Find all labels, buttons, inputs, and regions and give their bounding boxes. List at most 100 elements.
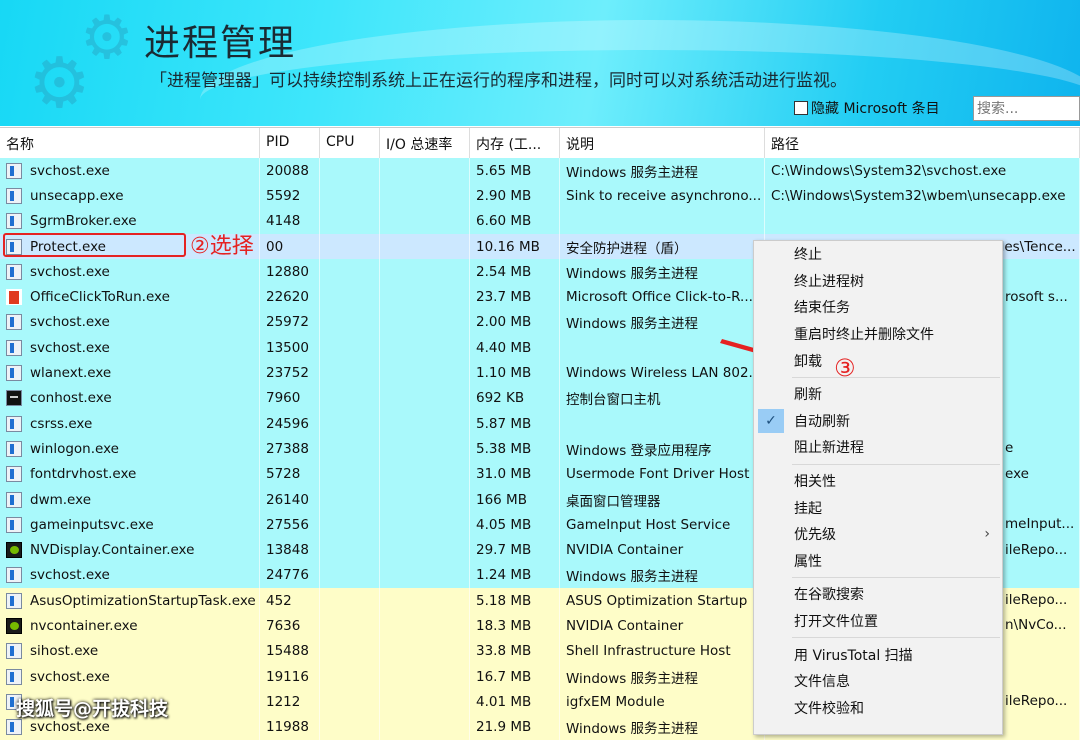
cell-name: OfficeClickToRun.exe	[0, 284, 260, 310]
checkbox-label: 隐藏 Microsoft 条目	[811, 101, 940, 117]
app-process-icon	[6, 643, 22, 660]
cell-empty	[320, 562, 380, 589]
cell-pid: 25972	[260, 309, 320, 336]
menu-item-label: 在谷歌搜索	[794, 587, 864, 604]
name-text: svchost.exe	[30, 314, 110, 331]
cell-empty	[320, 385, 380, 411]
annotation-step3: ③	[834, 354, 856, 382]
mem-text: 166 MB	[476, 491, 527, 508]
cell-empty	[320, 309, 380, 336]
cell-empty	[380, 259, 470, 285]
app-process-icon	[6, 314, 22, 331]
menu-separator	[792, 577, 1000, 579]
name-text: SgrmBroker.exe	[30, 213, 137, 230]
desc-text: Usermode Font Driver Host	[566, 466, 750, 483]
menu-item[interactable]: 文件校验和	[754, 695, 1002, 722]
cell-mem: 1.10 MB	[470, 360, 560, 386]
menu-item-label: 终止	[794, 247, 822, 264]
desc-text: Shell Infrastructure Host	[566, 643, 731, 660]
menu-item[interactable]: 结束任务	[754, 294, 1002, 321]
menu-item[interactable]: 终止	[754, 241, 1002, 268]
cell-pid: 24776	[260, 562, 320, 589]
cell-pid: 7960	[260, 385, 320, 411]
menu-item-label: 相关性	[794, 474, 836, 491]
menu-item[interactable]: 重启时终止并删除文件	[754, 321, 1002, 348]
menu-item[interactable]: 优先级 ›	[754, 521, 1002, 548]
cell-mem: 5.65 MB	[470, 158, 560, 184]
cell-desc: NVIDIA Container	[560, 613, 765, 639]
column-header[interactable]: 名称	[0, 128, 260, 158]
app-process-icon	[6, 213, 22, 230]
desc-text: Windows 登录应用程序	[566, 442, 712, 459]
search-input[interactable]	[973, 96, 1080, 121]
cell-name: svchost.exe	[0, 335, 260, 361]
column-header[interactable]: 路径	[765, 128, 1080, 158]
menu-item[interactable]: 挂起	[754, 494, 1002, 521]
menu-item[interactable]: 卸载	[754, 347, 1002, 374]
column-header[interactable]: I/O 总速率	[380, 128, 470, 158]
menu-item[interactable]: ✓ 自动刷新	[754, 408, 1002, 435]
desc-text: Microsoft Office Click-to-R...	[566, 289, 753, 306]
cell-mem: 4.05 MB	[470, 512, 560, 538]
cell-pid: 1212	[260, 689, 320, 715]
menu-item[interactable]: 在谷歌搜索	[754, 581, 1002, 608]
cell-mem: 4.01 MB	[470, 689, 560, 715]
app-process-icon	[6, 592, 22, 609]
menu-item[interactable]: 打开文件位置	[754, 608, 1002, 635]
cell-mem: 23.7 MB	[470, 284, 560, 310]
app-process-icon	[6, 466, 22, 483]
app-process-icon	[6, 719, 22, 736]
name-text: csrss.exe	[30, 415, 93, 432]
mem-text: 1.10 MB	[476, 365, 532, 382]
pid-text: 24596	[266, 415, 309, 432]
mem-text: 5.38 MB	[476, 440, 532, 457]
menu-item[interactable]: 属性	[754, 548, 1002, 575]
table-header: 名称 PID CPU I/O 总速率 内存 (工... 说明 路径	[0, 127, 1080, 158]
gear-icon: ⚙	[28, 42, 91, 124]
cell-mem: 5.18 MB	[470, 588, 560, 614]
cell-desc: ASUS Optimization Startup ...	[560, 588, 765, 614]
cell-desc: Windows 服务主进程	[560, 309, 765, 336]
table-row[interactable]: svchost.exe 20088 5.65 MB Windows 服务主进程 C:\W…	[0, 158, 1080, 184]
app-process-icon	[6, 339, 22, 356]
menu-item[interactable]: 阻止新进程	[754, 434, 1002, 461]
name-text: unsecapp.exe	[30, 187, 124, 204]
column-header[interactable]: PID	[260, 128, 320, 158]
cell-empty	[320, 588, 380, 614]
desc-text: Windows 服务主进程	[566, 721, 699, 738]
table-row[interactable]: unsecapp.exe 5592 2.90 MB Sink to receive a…	[0, 183, 1080, 209]
hide-microsoft-checkbox[interactable]: 隐藏 Microsoft 条目	[794, 98, 940, 118]
path-text: C:\Windows\System32\svchost.exe	[771, 162, 1007, 179]
cell-empty	[380, 309, 470, 336]
column-header[interactable]: CPU	[320, 128, 380, 158]
name-text: svchost.exe	[30, 668, 110, 685]
table-row[interactable]: SgrmBroker.exe 4148 6.60 MB	[0, 208, 1080, 234]
menu-item[interactable]: 刷新	[754, 381, 1002, 408]
column-header[interactable]: 内存 (工...	[470, 128, 560, 158]
column-header[interactable]: 说明	[560, 128, 765, 158]
name-text: fontdrvhost.exe	[30, 466, 137, 483]
cell-mem: 2.54 MB	[470, 259, 560, 285]
path-fragment: ileRepo...	[1005, 541, 1068, 558]
menu-separator	[792, 376, 1000, 378]
cell-mem: 6.60 MB	[470, 208, 560, 234]
cell-mem: 21.9 MB	[470, 714, 560, 740]
cell-desc: Windows 服务主进程	[560, 663, 765, 690]
cell-name: csrss.exe	[0, 410, 260, 437]
cell-path	[765, 208, 1080, 234]
menu-item[interactable]: 用 VirusTotal 扫描	[754, 641, 1002, 668]
menu-item-label: 优先级	[794, 527, 836, 544]
mem-text: 10.16 MB	[476, 238, 540, 255]
cell-empty	[320, 233, 380, 260]
desc-text: Windows Wireless LAN 802....	[566, 365, 765, 382]
cell-desc: Usermode Font Driver Host	[560, 461, 765, 487]
pid-text: 13500	[266, 339, 309, 356]
cell-desc: Microsoft Office Click-to-R...	[560, 284, 765, 310]
checkbox[interactable]	[794, 101, 808, 115]
menu-item[interactable]: 文件信息	[754, 668, 1002, 695]
cell-empty	[380, 638, 470, 664]
menu-item[interactable]: 相关性	[754, 468, 1002, 495]
cell-name: dwm.exe	[0, 486, 260, 513]
menu-item[interactable]: 终止进程树	[754, 268, 1002, 295]
cell-empty	[380, 714, 470, 740]
